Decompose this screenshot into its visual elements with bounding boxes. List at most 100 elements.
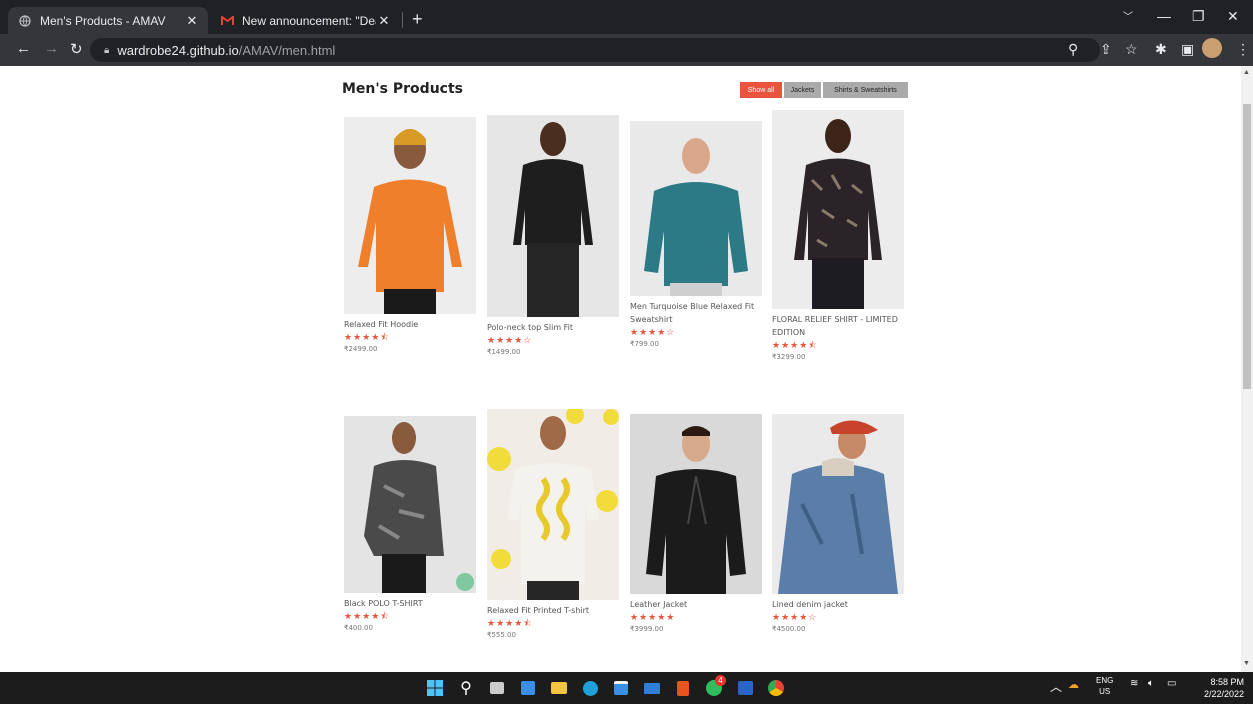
product-image[interactable] <box>344 117 476 314</box>
widgets-icon[interactable] <box>519 679 537 697</box>
scroll-up-arrow-icon[interactable]: ▲ <box>1243 69 1250 76</box>
clock-date: 2/22/2022 <box>1203 689 1244 699</box>
product-card[interactable]: Lined denim jacket ★★★★☆ ₹4500.00 <box>772 414 906 633</box>
volume-icon[interactable]: 🔈︎ <box>1148 678 1154 689</box>
mail-icon[interactable] <box>643 679 661 697</box>
product-price: ₹400.00 <box>344 624 373 632</box>
extensions-icon[interactable]: ✱ <box>1155 41 1167 58</box>
product-name[interactable]: Lined denim jacket <box>772 598 906 611</box>
filter-show-all[interactable]: Show all <box>740 82 782 98</box>
product-name[interactable]: FLORAL RELIEF SHIRT - LIMITED EDITION <box>772 313 906 339</box>
product-image[interactable] <box>772 414 904 594</box>
zoom-icon[interactable]: ⚲ <box>1068 41 1078 58</box>
page-title: Men's Products <box>342 81 463 97</box>
word-icon[interactable] <box>736 679 754 697</box>
product-card[interactable]: Polo-neck top Slim Fit ★★★★☆ ₹1499.00 <box>487 115 621 356</box>
product-image[interactable] <box>487 115 619 317</box>
product-card[interactable]: Relaxed Fit Printed T-shirt ★★★★⯪ ₹555.0… <box>487 409 621 639</box>
rating-stars: ★★★★☆ <box>772 612 818 622</box>
product-name[interactable]: Leather Jacket <box>630 598 764 611</box>
product-price: ₹799.00 <box>630 340 659 348</box>
product-price: ₹3999.00 <box>630 625 664 633</box>
product-image[interactable] <box>487 409 619 600</box>
bookmark-star-icon[interactable]: ☆ <box>1125 41 1138 58</box>
rating-stars: ★★★★☆ <box>630 327 676 337</box>
weather-icon[interactable]: ☁ <box>1068 678 1079 691</box>
product-price: ₹3299.00 <box>772 353 806 361</box>
share-icon[interactable]: ⇪ <box>1100 41 1112 58</box>
new-tab-button[interactable]: + <box>412 10 423 28</box>
profile-avatar[interactable] <box>1202 38 1222 58</box>
task-view-icon[interactable] <box>488 679 506 697</box>
tab-mens-products[interactable]: Men's Products - AMAV ✕ <box>8 7 208 34</box>
tab-title: Men's Products - AMAV <box>40 13 166 28</box>
close-tab-icon[interactable]: ✕ <box>184 13 200 29</box>
office-icon[interactable] <box>674 679 692 697</box>
window-close-button[interactable]: ✕ <box>1227 8 1239 25</box>
scroll-down-arrow-icon[interactable]: ▼ <box>1243 660 1250 667</box>
address-bar[interactable]: 🔒︎ wardrobe24.github.io/AMAV/men.html <box>90 38 1100 62</box>
lock-icon: 🔒︎ <box>104 44 110 56</box>
product-card[interactable]: Men Turquoise Blue Relaxed Fit Sweatshir… <box>630 121 764 348</box>
battery-icon[interactable]: ▭ <box>1167 678 1176 689</box>
rating-stars: ★★★★☆ <box>487 335 533 345</box>
product-card[interactable]: Leather Jacket ★★★★★ ₹3999.00 <box>630 414 764 633</box>
back-icon[interactable]: ← <box>16 40 31 57</box>
store-icon[interactable] <box>612 679 630 697</box>
rating-stars: ★★★★⯪ <box>487 618 533 628</box>
maximize-button[interactable]: ❐ <box>1192 8 1205 25</box>
product-image[interactable] <box>344 416 476 593</box>
tab-title: New announcement: "Dear stude <box>242 13 376 28</box>
product-image[interactable] <box>772 110 904 309</box>
region-code: US <box>1099 687 1111 696</box>
side-panel-icon[interactable]: ▣ <box>1181 41 1194 58</box>
wifi-icon[interactable]: ≋ <box>1130 678 1138 689</box>
product-price: ₹4500.00 <box>772 625 806 633</box>
product-card[interactable]: FLORAL RELIEF SHIRT - LIMITED EDITION ★★… <box>772 110 906 361</box>
minimize-button[interactable]: — <box>1157 8 1171 24</box>
chrome-icon[interactable] <box>767 679 785 697</box>
product-image[interactable] <box>630 414 762 594</box>
scrollbar-thumb[interactable] <box>1243 104 1251 389</box>
windows-start-icon[interactable] <box>426 679 444 697</box>
filter-jackets[interactable]: Jackets <box>784 82 821 98</box>
product-name[interactable]: Relaxed Fit Printed T-shirt <box>487 604 621 617</box>
product-price: ₹2499.00 <box>344 345 378 353</box>
rating-stars: ★★★★⯪ <box>772 340 818 350</box>
web-page: Men's Products Show all Jackets Shirts &… <box>0 66 1241 672</box>
product-card[interactable]: Relaxed Fit Hoodie ★★★★⯪ ₹2499.00 <box>344 117 478 353</box>
whatsapp-icon[interactable]: 4 <box>705 675 726 697</box>
page-scrollbar[interactable]: ▲ ▼ <box>1241 66 1253 672</box>
tab-search-icon[interactable]: ﹀ <box>1123 8 1133 23</box>
tab-separator <box>402 12 403 28</box>
product-card[interactable]: Black POLO T-SHIRT ★★★★⯪ ₹400.00 <box>344 416 478 632</box>
show-hidden-icons[interactable]: ︿ <box>1050 678 1062 695</box>
rating-stars: ★★★★★ <box>630 612 676 622</box>
product-name[interactable]: Relaxed Fit Hoodie <box>344 318 478 331</box>
filter-buttons: Show all Jackets Shirts & Sweatshirts <box>740 82 908 98</box>
forward-icon[interactable]: → <box>44 40 59 57</box>
gmail-icon <box>220 14 234 28</box>
filter-shirts-sweatshirts[interactable]: Shirts & Sweatshirts <box>823 82 908 98</box>
tab-announcement[interactable]: New announcement: "Dear stude ✕ <box>210 7 400 34</box>
url-path: /AMAV/men.html <box>238 42 336 58</box>
rating-stars: ★★★★⯪ <box>344 611 390 621</box>
product-image[interactable] <box>630 121 762 296</box>
menu-icon[interactable]: ⋮ <box>1236 41 1250 58</box>
close-tab-icon[interactable]: ✕ <box>376 13 392 29</box>
globe-icon <box>18 14 32 28</box>
product-name[interactable]: Black POLO T-SHIRT <box>344 597 478 610</box>
system-clock[interactable]: 8:58 PM 2/22/2022 <box>1192 676 1244 700</box>
product-name[interactable]: Polo-neck top Slim Fit <box>487 321 621 334</box>
rating-stars: ★★★★⯪ <box>344 332 390 342</box>
clock-time: 8:58 PM <box>1210 677 1244 687</box>
edge-icon[interactable] <box>581 679 599 697</box>
product-name[interactable]: Men Turquoise Blue Relaxed Fit Sweatshir… <box>630 300 764 326</box>
language-code: ENG <box>1096 676 1114 685</box>
product-price: ₹555.00 <box>487 631 516 639</box>
search-icon[interactable]: ⚲ <box>457 679 475 697</box>
file-explorer-icon[interactable] <box>550 679 568 697</box>
language-indicator[interactable]: ENG US <box>1096 675 1113 697</box>
browser-tab-bar: Men's Products - AMAV ✕ New announcement… <box>0 0 1253 34</box>
reload-icon[interactable]: ↻ <box>70 40 83 58</box>
